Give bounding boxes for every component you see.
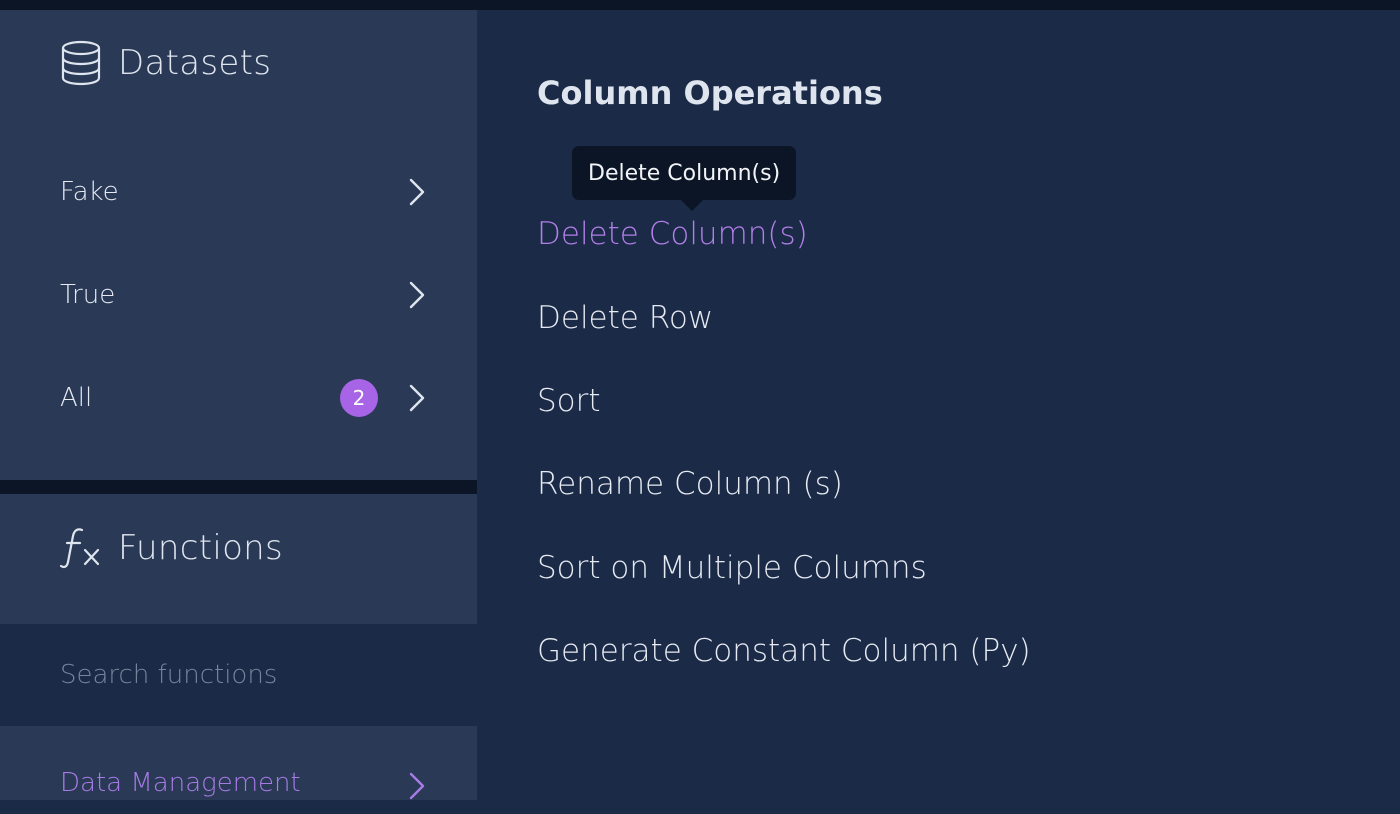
tooltip: Delete Column(s)	[572, 146, 797, 200]
functions-title: Functions	[118, 528, 284, 568]
dataset-item-label: True	[60, 280, 116, 310]
count-badge: 2	[340, 379, 378, 417]
function-fx-icon	[60, 526, 102, 570]
dataset-item-true[interactable]: True	[0, 265, 477, 325]
sidebar: Datasets Fake True All 2 Functions Searc…	[0, 10, 477, 800]
functions-header: Functions	[60, 526, 283, 570]
category-data-management[interactable]: Data Management	[0, 754, 477, 814]
dataset-item-label: Fake	[60, 177, 119, 207]
op-delete-row[interactable]: Delete Row	[537, 300, 713, 336]
datasets-title: Datasets	[118, 43, 272, 83]
dataset-item-all[interactable]: All 2	[0, 368, 477, 428]
op-sort[interactable]: Sort	[537, 383, 601, 419]
column-operations-panel: Column Operations Delete Column(s) Delet…	[477, 10, 1400, 800]
category-label: Data Management	[60, 768, 301, 798]
panel-divider	[0, 480, 477, 494]
tooltip-arrow	[681, 200, 703, 211]
op-delete-columns[interactable]: Delete Column(s)	[537, 216, 808, 252]
search-functions-input[interactable]	[0, 624, 477, 726]
chevron-right-icon	[404, 772, 428, 804]
top-bar	[0, 0, 1400, 10]
functions-panel: Functions Data Management	[0, 494, 477, 800]
op-rename-columns[interactable]: Rename Column (s)	[537, 466, 843, 502]
database-icon	[60, 40, 102, 86]
op-sort-multiple-columns[interactable]: Sort on Multiple Columns	[537, 550, 927, 586]
chevron-right-icon	[404, 384, 428, 416]
datasets-header: Datasets	[60, 40, 271, 86]
dataset-item-label: All	[60, 383, 93, 413]
dataset-item-fake[interactable]: Fake	[0, 162, 477, 222]
chevron-right-icon	[404, 178, 428, 210]
op-generate-constant-column[interactable]: Generate Constant Column (Py)	[537, 633, 1031, 669]
datasets-panel: Datasets Fake True All 2	[0, 10, 477, 480]
page-title: Column Operations	[537, 74, 883, 112]
chevron-right-icon	[404, 281, 428, 313]
